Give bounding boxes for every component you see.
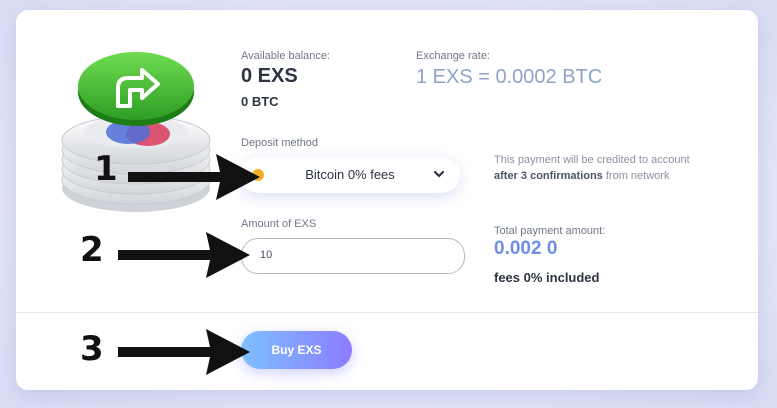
step-1-arrow-icon <box>128 154 260 200</box>
fees-included: fees 0% included <box>494 270 600 285</box>
balance-btc: 0 BTC <box>241 94 279 109</box>
step-2-arrow-icon <box>118 232 250 278</box>
step-1-number: 1 <box>94 149 118 189</box>
step-3-number: 3 <box>80 329 104 369</box>
deposit-note-suffix: from network <box>602 170 670 182</box>
amount-label: Amount of EXS <box>241 218 317 230</box>
step-3-arrow-icon <box>118 329 250 375</box>
buy-exs-button[interactable]: Buy EXS <box>241 331 352 369</box>
amount-value: 10 <box>260 249 273 261</box>
deposit-method-select[interactable]: Bitcoin 0% fees <box>240 157 460 193</box>
total-label: Total payment amount: <box>494 225 606 237</box>
chevron-down-icon <box>433 170 445 178</box>
total-value: 0.002 0 <box>494 238 558 259</box>
deposit-note: This payment will be credited to account… <box>494 152 704 184</box>
amount-input[interactable]: 10 <box>241 238 465 274</box>
balance-label: Available balance: <box>241 50 331 62</box>
exchange-rate-label: Exchange rate: <box>416 50 490 62</box>
buy-exs-label: Buy EXS <box>271 343 322 357</box>
deposit-method-value: Bitcoin 0% fees <box>305 167 395 182</box>
divider <box>16 312 758 313</box>
page-background: Available balance: 0 EXS 0 BTC Exchange … <box>0 0 777 408</box>
exchange-rate-value: 1 EXS = 0.0002 BTC <box>416 66 603 88</box>
step-2-number: 2 <box>80 230 104 270</box>
deposit-note-bold: after 3 confirmations <box>494 170 603 182</box>
balance-exs: 0 EXS <box>241 65 298 87</box>
deposit-method-label: Deposit method <box>241 137 319 149</box>
deposit-note-prefix: This payment will be credited to account <box>494 154 690 166</box>
